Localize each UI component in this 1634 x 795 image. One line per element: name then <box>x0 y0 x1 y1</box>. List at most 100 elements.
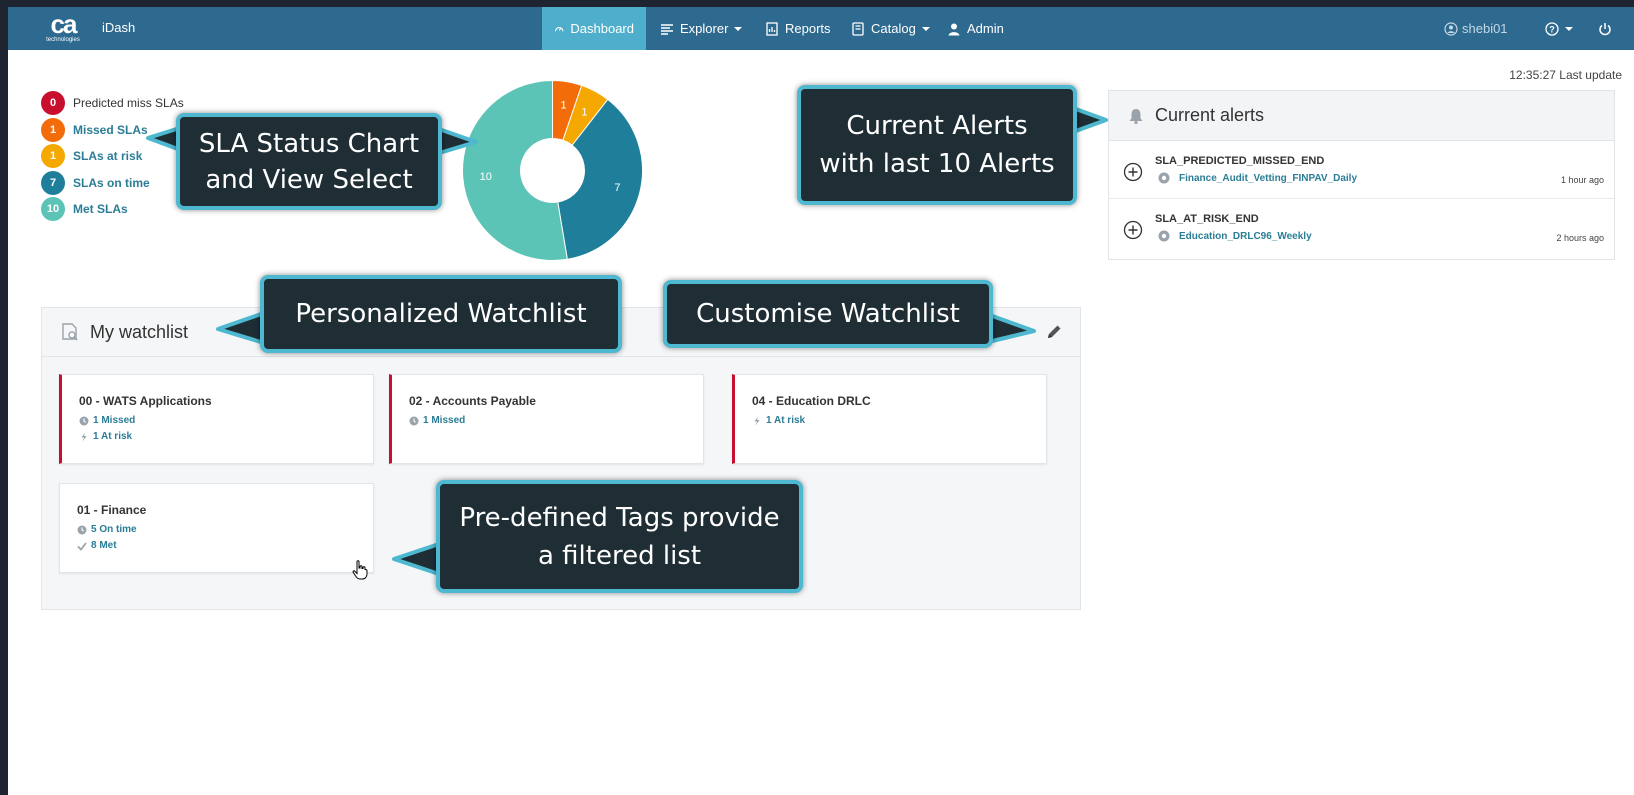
app-name[interactable]: iDash <box>102 20 135 35</box>
callout-personalized-watchlist: Personalized Watchlist <box>260 275 622 353</box>
user-name: shebi01 <box>1462 21 1508 36</box>
at-risk-icon <box>81 432 87 441</box>
user-circle-icon <box>1444 21 1458 36</box>
watchlist-search-icon <box>62 323 78 341</box>
card-status-at-risk[interactable]: 1 At risk <box>752 415 805 426</box>
chevron-down-icon <box>734 26 743 31</box>
callout-customise-text: Customise Watchlist <box>696 299 960 329</box>
callout-alerts-line1: Current Alerts <box>846 111 1028 141</box>
callout-tags-line1: Pre-defined Tags provide <box>459 502 780 533</box>
card-status-at-risk[interactable]: 1 At risk <box>79 431 132 442</box>
nav-admin[interactable]: Admin <box>935 7 1016 50</box>
callout-sla-line2: and View Select <box>205 164 413 195</box>
chevron-down-icon <box>1565 26 1573 31</box>
card-title: 02 - Accounts Payable <box>409 394 536 408</box>
callout-customise-watchlist: Customise Watchlist <box>663 280 993 348</box>
status-count-badge: 0 <box>41 91 65 116</box>
watchlist-card-accounts-payable[interactable]: 02 - Accounts Payable 1 Missed <box>389 374 704 464</box>
card-title: 01 - Finance <box>77 503 147 517</box>
callout-personalized-text: Personalized Watchlist <box>295 299 587 329</box>
card-status-text: 1 At risk <box>766 415 806 426</box>
callout-predefined-tags: Pre-defined Tags provide a filtered list <box>436 480 803 593</box>
donut-value-label: 7 <box>614 182 620 194</box>
help-icon: ? <box>1545 21 1559 36</box>
book-icon <box>852 21 864 36</box>
alert-item[interactable]: SLA_PREDICTED_MISSED_END Finance_Audit_V… <box>1109 141 1614 199</box>
nav-reports-label: Reports <box>785 21 831 36</box>
card-title: 04 - Education DRLC <box>752 394 871 408</box>
status-row-predicted[interactable]: 0 Predicted miss SLAs <box>41 90 184 117</box>
alerts-title: Current alerts <box>1155 105 1265 125</box>
top-navbar: ca technologies iDash Dashboard Explorer… <box>8 7 1634 50</box>
watchlist-title: My watchlist <box>90 321 189 342</box>
status-count-badge: 10 <box>41 197 65 222</box>
watchlist-card-education-drlc[interactable]: 04 - Education DRLC 1 At risk <box>732 374 1047 464</box>
clock-icon <box>77 525 87 534</box>
nav-explorer[interactable]: Explorer <box>648 7 754 50</box>
status-count-badge: 1 <box>41 117 65 142</box>
card-status-text: 8 Met <box>91 540 117 551</box>
card-status-missed[interactable]: 1 Missed <box>409 415 465 426</box>
watchlist-card-finance[interactable]: 01 - Finance 5 On time 8 Met <box>59 483 374 573</box>
alert-time: 1 hour ago <box>1560 175 1604 185</box>
nav-admin-label: Admin <box>967 21 1004 36</box>
status-label[interactable]: Missed SLAs <box>73 123 148 137</box>
ca-logo[interactable]: ca technologies <box>42 9 84 46</box>
status-row-on-time[interactable]: 7 SLAs on time <box>41 170 184 197</box>
callout-alerts-line2: with last 10 Alerts <box>819 149 1055 179</box>
alert-title: SLA_AT_RISK_END <box>1155 213 1259 225</box>
nav-explorer-label: Explorer <box>680 21 729 36</box>
card-status-met[interactable]: 8 Met <box>77 540 117 551</box>
nav-dashboard[interactable]: Dashboard <box>542 7 646 50</box>
watchlist-card-wats[interactable]: 00 - WATS Applications 1 Missed 1 At ris… <box>59 374 374 464</box>
alert-job-link[interactable]: Education_DRLC96_Weekly <box>1179 231 1312 242</box>
status-label[interactable]: SLAs on time <box>73 176 150 190</box>
callout-sla-status: SLA Status Chart and View Select <box>176 113 442 210</box>
card-status-on-time[interactable]: 5 On time <box>77 524 137 535</box>
hand-cursor-icon <box>352 560 368 580</box>
missed-icon <box>79 416 89 425</box>
svg-text:?: ? <box>1549 24 1555 34</box>
card-title: 00 - WATS Applications <box>79 394 212 408</box>
chevron-down-icon <box>921 26 930 31</box>
nav-catalog[interactable]: Catalog <box>839 7 942 50</box>
missed-icon <box>409 416 419 425</box>
nav-reports[interactable]: Reports <box>753 7 843 50</box>
donut-slice-met-slas[interactable] <box>462 79 568 261</box>
bell-icon <box>1129 108 1143 124</box>
logo-text: ca <box>50 9 78 39</box>
alert-job-link[interactable]: Finance_Audit_Vetting_FINPAV_Daily <box>1179 173 1357 184</box>
expand-plus-icon[interactable] <box>1123 162 1143 182</box>
callout-sla-line1: SLA Status Chart <box>198 128 420 159</box>
nav-dashboard-label: Dashboard <box>570 21 634 36</box>
current-alerts-panel: Current alerts SLA_PREDICTED_MISSED_END … <box>1108 90 1615 260</box>
expand-plus-icon[interactable] <box>1123 220 1143 240</box>
sla-donut-chart[interactable]: 1 1 7 10 <box>460 78 645 263</box>
callout-tags-line2: a filtered list <box>537 540 702 571</box>
power-button[interactable] <box>1598 7 1612 50</box>
card-status-text: 1 Missed <box>423 415 466 426</box>
card-status-text: 1 At risk <box>93 431 133 442</box>
help-menu[interactable]: ? <box>1545 7 1573 50</box>
alert-title: SLA_PREDICTED_MISSED_END <box>1155 155 1325 167</box>
last-update-text: 12:35:27 Last update <box>1509 68 1622 82</box>
donut-value-label: 1 <box>581 107 587 119</box>
pencil-icon[interactable] <box>1044 322 1064 342</box>
gauge-icon <box>554 26 564 31</box>
status-label[interactable]: Met SLAs <box>73 202 128 216</box>
status-label[interactable]: SLAs at risk <box>73 149 142 163</box>
card-status-missed[interactable]: 1 Missed <box>79 415 135 426</box>
alert-item[interactable]: SLA_AT_RISK_END Education_DRLC96_Weekly … <box>1109 199 1614 257</box>
job-gear-icon <box>1158 172 1170 184</box>
check-icon <box>77 541 87 551</box>
user-icon <box>948 23 960 35</box>
logo-subtext: technologies <box>46 37 80 43</box>
status-label: Predicted miss SLAs <box>73 96 184 111</box>
user-menu[interactable]: shebi01 <box>1444 7 1508 50</box>
job-gear-icon <box>1158 230 1170 242</box>
status-count-badge: 1 <box>41 144 65 169</box>
status-row-met[interactable]: 10 Met SLAs <box>41 196 184 223</box>
list-icon <box>661 23 673 35</box>
status-count-badge: 7 <box>41 170 65 195</box>
callout-current-alerts: Current Alerts with last 10 Alerts <box>797 85 1077 205</box>
